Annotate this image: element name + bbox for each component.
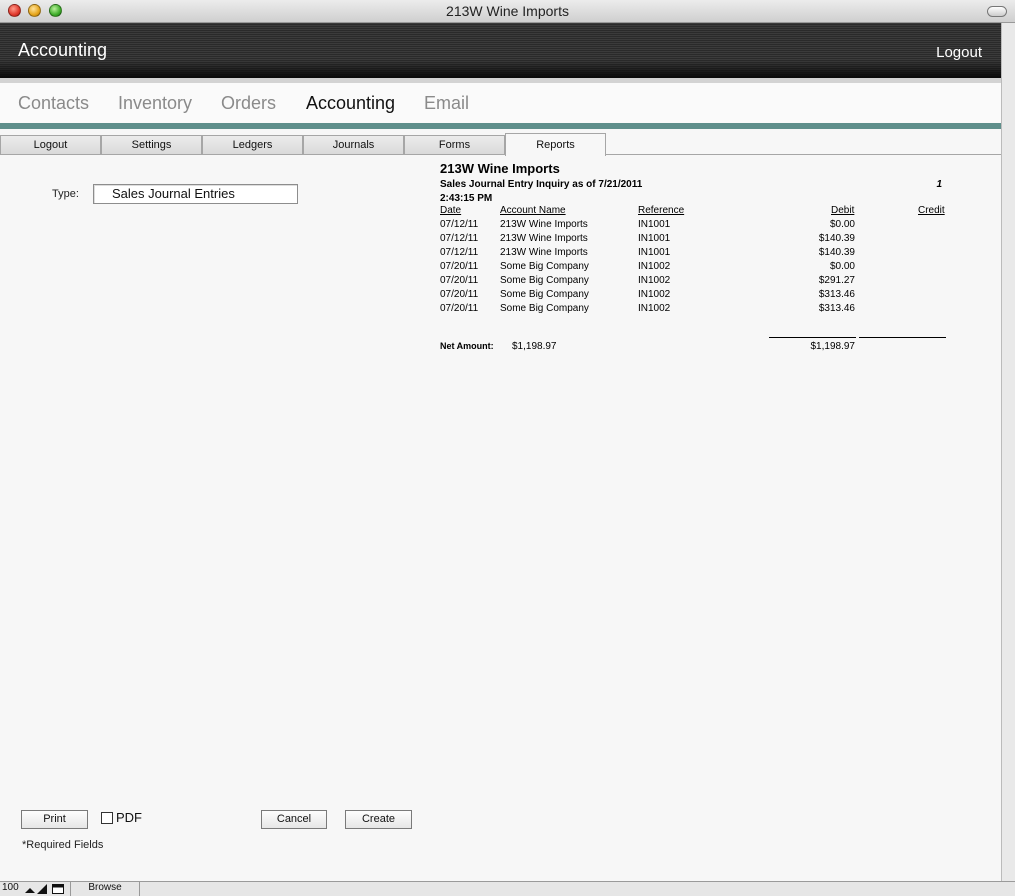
row-reference: IN1002 (638, 275, 671, 286)
row-debit: $140.39 (818, 233, 855, 244)
row-debit: $140.39 (818, 247, 855, 258)
row-date: 07/12/11 (440, 247, 479, 258)
zoom-out-icon[interactable] (24, 884, 36, 894)
page-title: Accounting (18, 40, 108, 60)
tab-forms[interactable]: Forms (404, 135, 505, 154)
pdf-label: PDF (116, 810, 142, 825)
report-row: 07/12/11 213W Wine Imports IN1001 $140.39 (440, 247, 950, 261)
report-row: 07/20/11 Some Big Company IN1002 $291.27 (440, 275, 950, 289)
row-debit: $291.27 (818, 275, 855, 286)
row-reference: IN1002 (638, 303, 671, 314)
report-company: 213W Wine Imports (440, 161, 560, 176)
status-toolbar-icon[interactable] (52, 884, 64, 894)
row-debit: $313.46 (818, 303, 855, 314)
row-reference: IN1001 (638, 219, 671, 230)
tab-ledgers[interactable]: Ledgers (202, 135, 303, 154)
app-window: Accounting Logout Contacts Inventory Ord… (0, 23, 1001, 881)
create-button[interactable]: Create (345, 810, 412, 829)
print-button[interactable]: Print (21, 810, 88, 829)
col-credit: Credit (918, 205, 945, 216)
report-page-number: 1 (936, 179, 942, 190)
tab-divider (0, 154, 1001, 155)
app-header: Accounting Logout (0, 23, 1001, 78)
tab-settings[interactable]: Settings (101, 135, 202, 154)
module-email[interactable]: Email (424, 93, 469, 114)
debit-total-line (769, 337, 856, 338)
module-accounting[interactable]: Accounting (306, 93, 395, 114)
row-reference: IN1001 (638, 233, 671, 244)
window-right-edge (1001, 23, 1015, 881)
tab-reports[interactable]: Reports (505, 133, 606, 156)
row-debit: $0.00 (829, 219, 855, 230)
row-account-name: Some Big Company (500, 289, 589, 300)
nav-accent-bar (0, 123, 1001, 129)
row-reference: IN1001 (638, 247, 671, 258)
module-orders[interactable]: Orders (221, 93, 276, 114)
window-title: 213W Wine Imports (446, 3, 569, 19)
row-account-name: Some Big Company (500, 275, 589, 286)
report-row: 07/20/11 Some Big Company IN1002 $0.00 (440, 261, 950, 275)
row-account-name: Some Big Company (500, 261, 589, 272)
report-time: 2:43:15 PM (440, 193, 493, 204)
row-debit: $313.46 (818, 289, 855, 300)
tab-logout[interactable]: Logout (0, 135, 101, 154)
row-account-name: 213W Wine Imports (500, 219, 588, 230)
credit-total-line (859, 337, 946, 338)
type-label: Type: (52, 188, 79, 200)
row-date: 07/20/11 (440, 289, 479, 300)
row-date: 07/20/11 (440, 261, 479, 272)
required-fields-note: *Required Fields (22, 839, 104, 851)
header-logout-link[interactable]: Logout (936, 44, 982, 61)
net-amount-label: Net Amount: (440, 341, 494, 351)
net-amount-value: $1,198.97 (512, 341, 557, 352)
row-reference: IN1002 (638, 289, 671, 300)
mode-indicator[interactable]: Browse (70, 882, 140, 896)
row-account-name: 213W Wine Imports (500, 233, 588, 244)
row-debit: $0.00 (829, 261, 855, 272)
row-account-name: 213W Wine Imports (500, 247, 588, 258)
row-date: 07/12/11 (440, 233, 479, 244)
tab-bar: Logout Settings Ledgers Journals Forms R… (0, 133, 1001, 156)
status-bar: 100 Browse (0, 881, 1015, 896)
module-contacts[interactable]: Contacts (18, 93, 89, 114)
col-debit: Debit (831, 205, 855, 216)
row-date: 07/20/11 (440, 303, 479, 314)
title-bar: 213W Wine Imports (0, 0, 1015, 23)
zoom-in-icon[interactable] (37, 884, 49, 894)
col-date: Date (440, 205, 462, 216)
tab-journals[interactable]: Journals (303, 135, 404, 154)
col-account-name: Account Name (500, 205, 566, 216)
col-reference: Reference (638, 205, 685, 216)
row-reference: IN1002 (638, 261, 671, 272)
pdf-checkbox[interactable] (101, 812, 113, 824)
report-row: 07/20/11 Some Big Company IN1002 $313.46 (440, 289, 950, 303)
row-account-name: Some Big Company (500, 303, 589, 314)
report-row: 07/20/11 Some Big Company IN1002 $313.46 (440, 303, 950, 317)
cancel-button[interactable]: Cancel (261, 810, 327, 829)
toolbar-toggle-button[interactable] (987, 6, 1007, 17)
report-row: 07/12/11 213W Wine Imports IN1001 $140.39 (440, 233, 950, 247)
row-date: 07/20/11 (440, 275, 479, 286)
row-date: 07/12/11 (440, 219, 479, 230)
type-select[interactable]: Sales Journal Entries (93, 184, 298, 204)
module-nav: Contacts Inventory Orders Accounting Ema… (0, 83, 1001, 123)
zoom-level[interactable]: 100 (2, 882, 19, 893)
report-subtitle: Sales Journal Entry Inquiry as of 7/21/2… (440, 179, 643, 190)
net-debit-total: $1,198.97 (810, 341, 856, 352)
report-row: 07/12/11 213W Wine Imports IN1001 $0.00 (440, 219, 950, 233)
module-inventory[interactable]: Inventory (118, 93, 192, 114)
